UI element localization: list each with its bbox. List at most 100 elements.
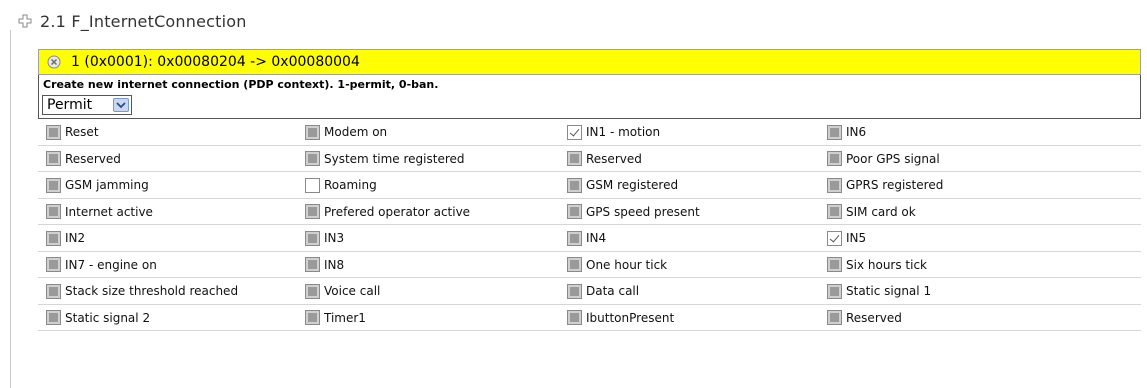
- flag-checkbox[interactable]: [827, 257, 842, 272]
- flag-item[interactable]: Voice call: [305, 278, 380, 304]
- tree-guide-line: [10, 30, 11, 388]
- flag-item[interactable]: Prefered operator active: [305, 199, 470, 225]
- flag-label: Roaming: [324, 178, 377, 192]
- rule-header-bar[interactable]: 1 (0x0001): 0x00080204 -> 0x00080004: [38, 49, 1141, 75]
- flag-item[interactable]: Static signal 1: [827, 278, 931, 304]
- flag-row: GSM jamming Roaming GSM registered GPRS reg…: [38, 172, 1141, 199]
- flag-checkbox[interactable]: [46, 310, 61, 325]
- flag-checkbox[interactable]: [567, 204, 582, 219]
- flag-item[interactable]: Reserved: [567, 146, 642, 172]
- flag-checkbox[interactable]: [46, 230, 61, 246]
- flag-checkbox[interactable]: [305, 151, 320, 166]
- permit-select[interactable]: Permit: [42, 95, 132, 115]
- flag-checkbox[interactable]: [46, 283, 61, 299]
- flag-label: Modem on: [324, 125, 388, 139]
- flag-checkbox[interactable]: [305, 204, 320, 219]
- flag-checkbox[interactable]: [46, 204, 61, 219]
- flag-item[interactable]: IN2: [46, 225, 85, 251]
- flag-item[interactable]: IN5: [827, 225, 866, 251]
- flag-checkbox[interactable]: [46, 257, 61, 272]
- flag-label: IN2: [65, 231, 86, 245]
- flag-label: Poor GPS signal: [846, 151, 940, 166]
- flag-item[interactable]: Stack size threshold reached: [46, 278, 238, 304]
- flag-checkbox[interactable]: [567, 151, 582, 166]
- flag-label: IbuttonPresent: [586, 310, 675, 325]
- flag-label: GSM jamming: [65, 178, 149, 192]
- flag-label: Six hours tick: [846, 257, 928, 272]
- flag-label: Static signal 1: [846, 284, 932, 298]
- section-title: 2.1 F_InternetConnection: [40, 11, 247, 31]
- flag-checkbox[interactable]: [827, 283, 842, 299]
- flag-checkbox[interactable]: [827, 151, 842, 166]
- flag-label: Reserved: [846, 310, 902, 325]
- flag-item[interactable]: GPRS registered: [827, 172, 943, 198]
- flag-item[interactable]: Poor GPS signal: [827, 146, 940, 172]
- flag-checkbox[interactable]: [567, 283, 582, 299]
- close-icon[interactable]: [47, 55, 61, 69]
- flag-checkbox[interactable]: [567, 177, 582, 193]
- flag-checkbox[interactable]: [567, 257, 582, 272]
- flag-item[interactable]: Six hours tick: [827, 252, 927, 278]
- flag-label: IN5: [846, 231, 867, 245]
- flag-item[interactable]: Reserved: [46, 146, 121, 172]
- flag-checkbox[interactable]: [305, 177, 320, 193]
- flag-label: One hour tick: [586, 257, 668, 272]
- flag-checkbox[interactable]: [827, 230, 842, 246]
- flag-item[interactable]: IN7 - engine on: [46, 252, 157, 278]
- flag-item[interactable]: Roaming: [305, 172, 377, 198]
- flag-item[interactable]: GSM registered: [567, 172, 678, 198]
- flag-row: IN7 - engine on IN8 One hour tick Six hours…: [38, 252, 1141, 278]
- rule-description: Create new internet connection (PDP cont…: [43, 78, 439, 91]
- flag-checkbox[interactable]: [46, 151, 61, 166]
- flag-item[interactable]: IbuttonPresent: [567, 305, 674, 331]
- flag-item[interactable]: IN1 - motion: [567, 119, 660, 145]
- flag-label: IN6: [846, 125, 867, 139]
- flag-item[interactable]: SIM card ok: [827, 199, 916, 225]
- rule-description-box: Create new internet connection (PDP cont…: [38, 75, 1141, 119]
- flag-row: Reserved System time registered Reserved Po…: [38, 146, 1141, 172]
- flag-item[interactable]: System time registered: [305, 146, 465, 172]
- flag-checkbox[interactable]: [305, 283, 320, 299]
- flag-checkbox[interactable]: [827, 124, 842, 140]
- flag-item[interactable]: Static signal 2: [46, 305, 150, 331]
- flag-item[interactable]: GPS speed present: [567, 199, 700, 225]
- flag-item[interactable]: IN3: [305, 225, 344, 251]
- flag-checkbox[interactable]: [567, 124, 582, 140]
- flag-item[interactable]: IN8: [305, 252, 344, 278]
- flag-label: IN4: [586, 231, 607, 245]
- flag-checkbox[interactable]: [305, 257, 320, 272]
- flag-checkbox[interactable]: [827, 204, 842, 219]
- flag-item[interactable]: Modem on: [305, 119, 387, 145]
- flag-item[interactable]: Reset: [46, 119, 99, 145]
- flag-checkbox[interactable]: [46, 177, 61, 193]
- flag-label: SIM card ok: [846, 204, 916, 219]
- flag-label: IN1 - motion: [586, 125, 661, 139]
- flag-grid: Reset Modem on IN1 - motion IN6 Reserved Syst…: [38, 119, 1141, 331]
- flag-checkbox[interactable]: [567, 310, 582, 325]
- flag-item[interactable]: IN6: [827, 119, 866, 145]
- flag-checkbox[interactable]: [305, 124, 320, 140]
- flag-checkbox[interactable]: [827, 310, 842, 325]
- chevron-down-icon[interactable]: [113, 98, 129, 112]
- flag-item[interactable]: One hour tick: [567, 252, 667, 278]
- flag-checkbox[interactable]: [567, 230, 582, 246]
- flag-row: Reset Modem on IN1 - motion IN6: [38, 119, 1141, 146]
- flag-label: Reserved: [65, 151, 121, 166]
- plus-icon[interactable]: [18, 14, 32, 28]
- section-header[interactable]: 2.1 F_InternetConnection: [18, 9, 247, 33]
- rule-panel: 1 (0x0001): 0x00080204 -> 0x00080004 Cre…: [38, 49, 1141, 388]
- flag-item[interactable]: Timer1: [305, 305, 366, 331]
- flag-item[interactable]: Internet active: [46, 199, 153, 225]
- flag-item[interactable]: GSM jamming: [46, 172, 149, 198]
- flag-label: IN7 - engine on: [65, 257, 157, 272]
- flag-item[interactable]: IN4: [567, 225, 606, 251]
- flag-checkbox[interactable]: [827, 177, 842, 193]
- flag-label: Data call: [586, 284, 640, 298]
- flag-checkbox[interactable]: [46, 124, 61, 140]
- flag-item[interactable]: Data call: [567, 278, 639, 304]
- flag-item[interactable]: Reserved: [827, 305, 902, 331]
- flag-checkbox[interactable]: [305, 230, 320, 246]
- flag-checkbox[interactable]: [305, 310, 320, 325]
- rule-title: 1 (0x0001): 0x00080204 -> 0x00080004: [71, 54, 360, 70]
- flag-label: Internet active: [65, 204, 153, 219]
